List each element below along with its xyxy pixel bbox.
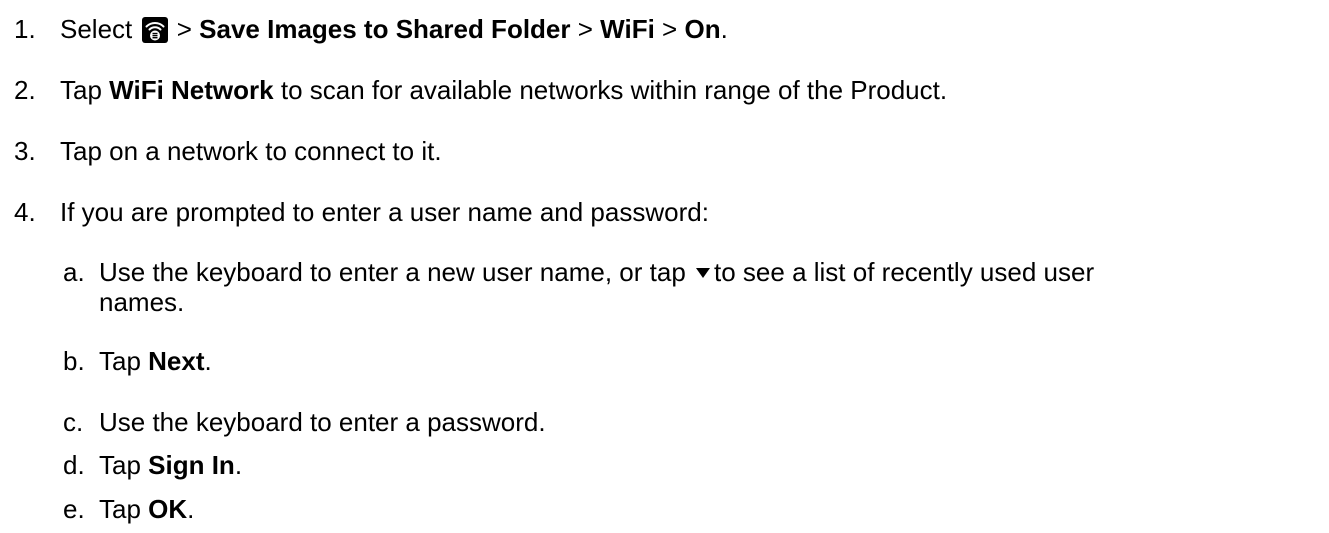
- menu-path-on: On: [684, 14, 721, 44]
- substep-text-post: to see a list of recently used user: [714, 257, 1095, 287]
- punctuation: .: [187, 494, 195, 524]
- step-number: 2.: [14, 75, 36, 105]
- substep-text-pre: Tap: [99, 346, 141, 376]
- substep-letter: a.: [63, 257, 85, 287]
- punctuation: .: [234, 450, 243, 480]
- instruction-document: 1. Select > Save Images to Shared Folder…: [0, 0, 1329, 533]
- wifi-settings-icon: [141, 17, 168, 43]
- separator: >: [662, 14, 678, 44]
- menu-path-save-images: Save Images to Shared Folder: [199, 14, 571, 44]
- substep-letter: c.: [63, 407, 84, 437]
- step-text: Tap WiFi Network to scan for available n…: [60, 75, 947, 105]
- substep-text: Tap OK.: [99, 494, 194, 524]
- step-text-pre: Tap: [60, 75, 102, 105]
- step-text: Select > Save Images to Shared Folder > …: [60, 14, 728, 44]
- menu-path-wifi: WiFi: [600, 14, 655, 44]
- step-number: 1.: [14, 14, 36, 44]
- substep-a-continued: names.: [99, 287, 185, 317]
- punctuation: .: [204, 346, 212, 376]
- step-number: 3.: [14, 136, 36, 166]
- substep-text-pre: Use the keyboard to enter a new user nam…: [99, 257, 686, 287]
- separator: >: [176, 14, 192, 44]
- substep-text: Use the keyboard to enter a new user nam…: [99, 257, 1094, 287]
- step-text-post: to scan for available networks within ra…: [280, 75, 948, 105]
- substep-text: Tap Sign In.: [99, 450, 242, 480]
- punctuation: .: [720, 14, 728, 44]
- substep-text-pre: Tap: [99, 450, 141, 480]
- separator: >: [577, 14, 593, 44]
- wifi-network-label: WiFi Network: [109, 75, 274, 105]
- substep-letter: e.: [63, 494, 85, 524]
- step-number: 4.: [14, 197, 36, 227]
- step-text: If you are prompted to enter a user name…: [60, 197, 709, 227]
- step-text: Tap on a network to connect to it.: [60, 136, 442, 166]
- substep-text: Use the keyboard to enter a password.: [99, 407, 546, 437]
- substep-letter: d.: [63, 450, 85, 480]
- substep-letter: b.: [63, 346, 85, 376]
- next-label: Next: [148, 346, 205, 376]
- substep-text: Tap Next.: [99, 346, 212, 376]
- sign-in-label: Sign In: [148, 450, 235, 480]
- ok-label: OK: [148, 494, 188, 524]
- substep-text-pre: Tap: [99, 494, 141, 524]
- dropdown-triangle-icon: [696, 268, 711, 278]
- step-text-pre: Select: [60, 14, 133, 44]
